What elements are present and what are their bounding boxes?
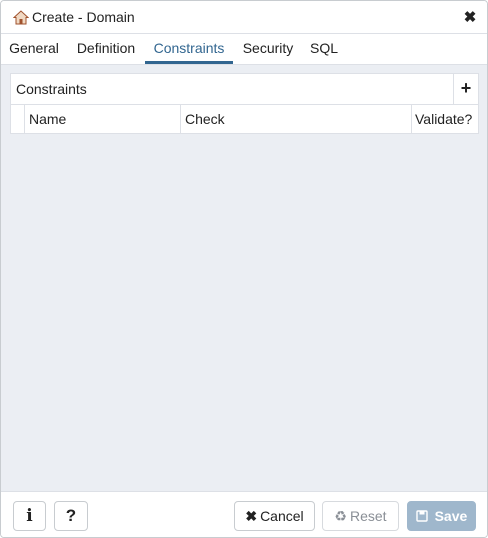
cancel-button[interactable]: ✖ Cancel: [234, 501, 315, 531]
constraints-title: Constraints: [16, 81, 87, 97]
plus-icon: +: [460, 78, 472, 98]
info-icon: i: [26, 506, 33, 526]
save-label: Save: [434, 508, 468, 524]
tab-definition[interactable]: Definition: [70, 34, 142, 64]
tab-bar: General Definition Constraints Security …: [1, 34, 487, 65]
dialog-footer: i ? ✖ Cancel ♻ Reset Save: [1, 491, 487, 537]
reset-button[interactable]: ♻ Reset: [322, 501, 399, 531]
column-check: Check: [185, 111, 225, 127]
create-domain-dialog: Create - Domain ✖ General Definition Con…: [0, 0, 488, 538]
question-icon: ?: [65, 506, 77, 525]
constraints-panel: Constraints + Name Check Validate?: [10, 73, 479, 134]
floppy-disk-icon: [416, 508, 432, 524]
column-divider: [180, 105, 181, 133]
tab-sql[interactable]: SQL: [304, 34, 344, 64]
save-button[interactable]: Save: [407, 501, 476, 531]
add-constraint-button[interactable]: +: [453, 74, 478, 104]
tab-general[interactable]: General: [5, 34, 63, 64]
column-validate: Validate?: [415, 111, 473, 127]
dialog-titlebar[interactable]: Create - Domain ✖: [1, 1, 487, 34]
reset-label: Reset: [349, 508, 387, 524]
close-icon[interactable]: ✖: [461, 9, 479, 27]
constraints-grid-header: Name Check Validate?: [11, 105, 478, 133]
column-divider: [411, 105, 412, 133]
column-name: Name: [29, 111, 67, 127]
info-button[interactable]: i: [13, 501, 46, 531]
dialog-title: Create - Domain: [32, 9, 135, 25]
cancel-label: Cancel: [260, 508, 304, 524]
recycle-icon: ♻: [334, 508, 347, 524]
constraints-header: Constraints +: [11, 74, 478, 105]
tab-constraints[interactable]: Constraints: [145, 34, 233, 64]
home-icon: [13, 10, 29, 25]
help-button[interactable]: ?: [54, 501, 88, 531]
tab-security[interactable]: Security: [239, 34, 297, 64]
column-divider: [24, 105, 25, 133]
close-icon: ✖: [245, 508, 258, 524]
tab-content: Constraints + Name Check Validate?: [1, 65, 487, 491]
